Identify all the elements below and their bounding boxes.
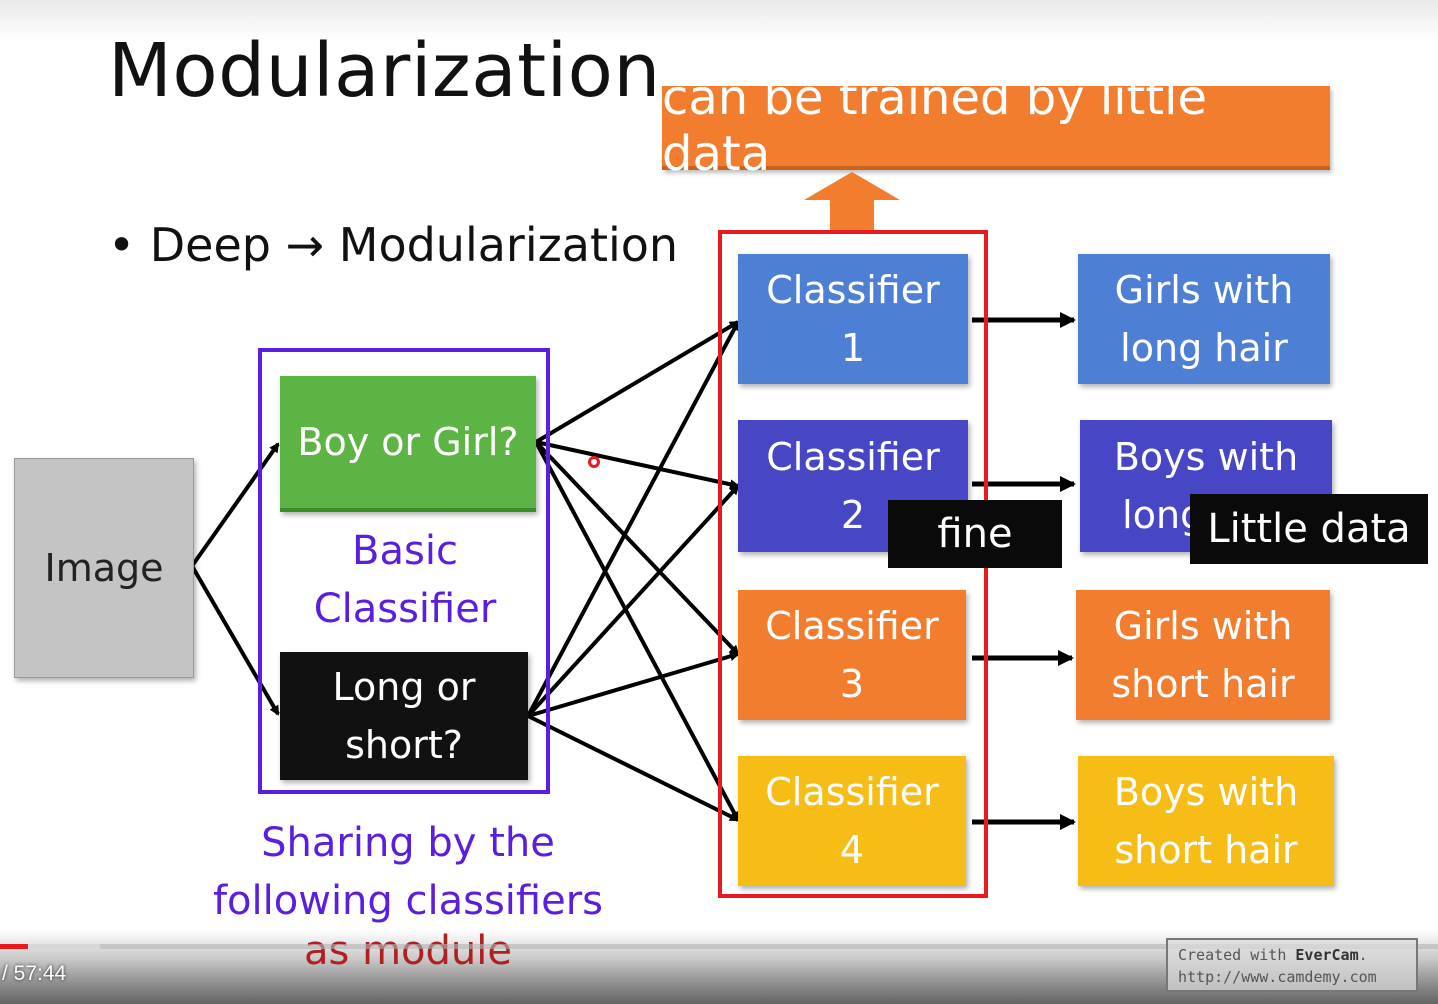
progress-played (0, 944, 28, 949)
sharing-caption-line-2: following classifiers (212, 878, 604, 924)
sharing-caption-line-1: Sharing by the (261, 820, 555, 866)
arrow-gender-to-c2 (535, 440, 740, 490)
subtitle-fine: fine (888, 500, 1062, 568)
watermark-line-2: http://www.camdemy.com (1178, 968, 1377, 986)
image-input-box: Image (14, 458, 194, 678)
classifier-1: Classifier 1 (738, 254, 968, 384)
evercam-watermark: Created with EverCam. http://www.camdemy… (1166, 938, 1418, 992)
output-girls-short-hair: Girls with short hair (1076, 590, 1330, 720)
laser-pointer-icon (588, 456, 600, 468)
output-girls-long-hair: Girls with long hair (1078, 254, 1330, 384)
classifier-3: Classifier 3 (738, 590, 966, 720)
classifier-4: Classifier 4 (738, 756, 966, 886)
time-display: / 57:44 (2, 962, 67, 985)
output-boys-short-hair: Boys with short hair (1078, 756, 1334, 886)
arrow-gender-to-c4 (534, 441, 740, 822)
long-or-short-classifier: Long or short? (280, 652, 528, 780)
boy-or-girl-classifier: Boy or Girl? (280, 376, 536, 512)
arrow-hair-to-c4 (527, 714, 740, 822)
slide: Modularization • Deep → Modularization c… (0, 0, 1438, 1004)
sharing-caption-line-3: as module (304, 928, 512, 974)
up-arrow-icon (804, 172, 900, 230)
arrow-hair-to-c3 (527, 651, 740, 718)
watermark-line-1: Created with EverCam. (1178, 946, 1368, 964)
subtitle-little-data: Little data (1190, 494, 1428, 564)
arrow-gender-to-c3 (534, 440, 740, 656)
basic-classifier-label: Basic Classifier (313, 528, 497, 632)
